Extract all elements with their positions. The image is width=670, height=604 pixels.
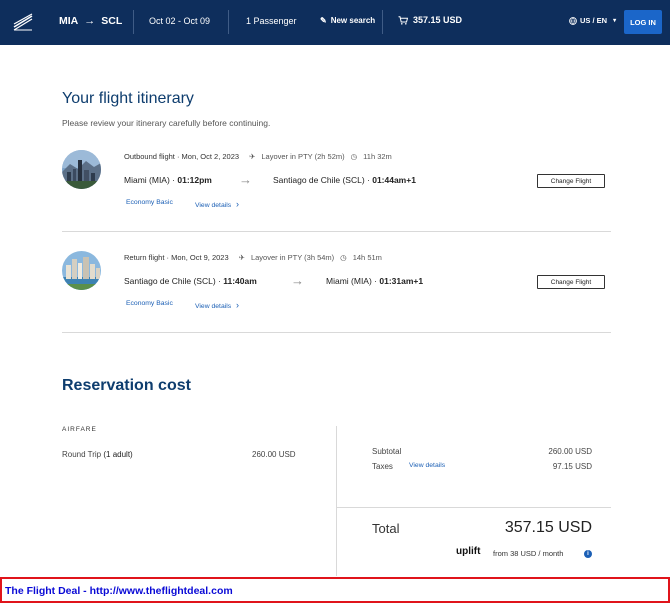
pencil-icon: ✎	[320, 16, 327, 25]
total-value: 357.15 USD	[504, 519, 592, 536]
return-duration: 14h 51m	[352, 253, 382, 262]
travel-dates[interactable]: Oct 02 - Oct 09	[149, 16, 210, 26]
chevron-right-icon: ›	[236, 300, 240, 310]
departure-airport: Santiago de Chile (SCL) ·	[124, 276, 224, 286]
departure-airport: Miami (MIA) ·	[124, 175, 178, 185]
airfare-label: AIRFARE	[62, 426, 97, 433]
departure-time: 01:12pm	[177, 175, 212, 185]
outbound-layover: Layover in PTY (2h 52m)	[261, 152, 345, 161]
chevron-right-icon: ›	[236, 199, 240, 209]
return-view-details-link[interactable]: View details ›	[195, 300, 239, 310]
header-divider	[382, 10, 383, 34]
round-trip-value: 260.00 USD	[252, 450, 296, 459]
arrival-airport: Miami (MIA) ·	[326, 276, 380, 286]
caret-down-icon: ▾	[613, 18, 617, 24]
subtotal-label: Subtotal	[372, 447, 402, 456]
arrival-airport: Santiago de Chile (SCL) ·	[273, 175, 373, 185]
reservation-cost-title: Reservation cost	[62, 377, 191, 394]
outbound-date: Outbound flight · Mon, Oct 2, 2023	[124, 152, 240, 161]
passenger-count[interactable]: 1 Passenger	[246, 16, 297, 26]
new-search-label: New search	[330, 16, 376, 25]
departure-time: 11:40am	[223, 276, 257, 286]
header-divider	[133, 10, 134, 34]
change-return-flight-button[interactable]: Change Flight	[537, 275, 605, 289]
section-divider	[62, 231, 611, 232]
origin-code: MIA	[59, 15, 79, 27]
outbound-duration: 11h 32m	[363, 152, 392, 161]
taxes-view-details-link[interactable]: View details	[409, 462, 445, 469]
total-label: Total	[372, 521, 400, 536]
top-header: MIA → SCL Oct 02 - Oct 09 1 Passenger ✎ …	[0, 0, 670, 45]
outbound-view-details-link[interactable]: View details ›	[195, 199, 239, 209]
header-divider	[228, 10, 229, 34]
return-arrival: Miami (MIA) · 01:31am+1	[326, 276, 423, 286]
language-selector[interactable]: US / EN ▾	[569, 16, 616, 25]
outbound-flight-card: Outbound flight · Mon, Oct 2, 2023 ✈ Lay…	[62, 148, 611, 218]
cart-icon	[398, 15, 408, 25]
outbound-arrival: Santiago de Chile (SCL) · 01:44am+1	[273, 175, 416, 185]
section-divider	[62, 332, 611, 333]
clock-icon: ◷	[350, 152, 358, 161]
banner-text[interactable]: The Flight Deal - http://www.theflightde…	[5, 585, 233, 597]
return-departure: Santiago de Chile (SCL) · 11:40am	[124, 276, 257, 286]
round-trip-text: Round Trip	[62, 450, 102, 459]
view-details-label: View details	[195, 303, 232, 310]
route-summary[interactable]: MIA → SCL	[59, 15, 122, 27]
destination-code: SCL	[101, 15, 123, 27]
taxes-label: Taxes	[372, 462, 393, 471]
vertical-divider	[336, 426, 337, 576]
return-fare-class-link[interactable]: Economy Basic	[126, 300, 173, 307]
cart-summary[interactable]: 357.15 USD	[398, 15, 462, 25]
arrow-right-icon: →	[239, 172, 252, 187]
promo-banner: The Flight Deal - http://www.theflightde…	[0, 577, 670, 603]
santiago-destination-photo	[62, 150, 101, 189]
uplift-logo: uplift	[456, 546, 481, 557]
clock-icon: ◷	[340, 253, 347, 262]
plane-icon: ✈	[238, 253, 245, 262]
view-details-label: View details	[195, 202, 232, 209]
plane-icon: ✈	[249, 152, 256, 161]
uplift-monthly-text: from 38 USD / month	[493, 549, 564, 558]
outbound-departure: Miami (MIA) · 01:12pm	[124, 175, 212, 185]
arrow-right-icon: →	[84, 15, 96, 27]
cart-total: 357.15 USD	[413, 15, 463, 25]
outbound-fare-class-link[interactable]: Economy Basic	[126, 199, 173, 206]
adult-count: (1 adult)	[103, 450, 133, 459]
outbound-flight-heading: Outbound flight · Mon, Oct 2, 2023 ✈ Lay…	[124, 152, 392, 161]
language-label: US / EN	[580, 16, 608, 25]
miami-destination-photo	[62, 251, 101, 290]
itinerary-title: Your flight itinerary	[62, 90, 194, 107]
return-date: Return flight · Mon, Oct 9, 2023	[124, 253, 229, 262]
round-trip-label: Round Trip (1 adult)	[62, 450, 133, 459]
info-icon[interactable]: i	[584, 550, 592, 558]
arrow-right-icon: →	[291, 273, 304, 288]
airline-logo-icon[interactable]	[12, 12, 34, 32]
subtotal-value: 260.00 USD	[548, 447, 592, 456]
return-layover: Layover in PTY (3h 54m)	[250, 253, 335, 262]
change-outbound-flight-button[interactable]: Change Flight	[537, 174, 605, 188]
itinerary-subtitle: Please review your itinerary carefully b…	[62, 118, 271, 128]
arrival-time: 01:31am+1	[379, 276, 424, 286]
new-search-button[interactable]: ✎ New search	[320, 16, 375, 25]
login-button[interactable]: LOG IN	[624, 10, 662, 34]
return-flight-card: Return flight · Mon, Oct 9, 2023 ✈ Layov…	[62, 249, 611, 319]
total-divider	[337, 507, 611, 508]
taxes-value: 97.15 USD	[552, 462, 592, 471]
globe-icon	[569, 16, 577, 25]
arrival-time: 01:44am+1	[372, 175, 416, 185]
return-flight-heading: Return flight · Mon, Oct 9, 2023 ✈ Layov…	[124, 253, 382, 262]
